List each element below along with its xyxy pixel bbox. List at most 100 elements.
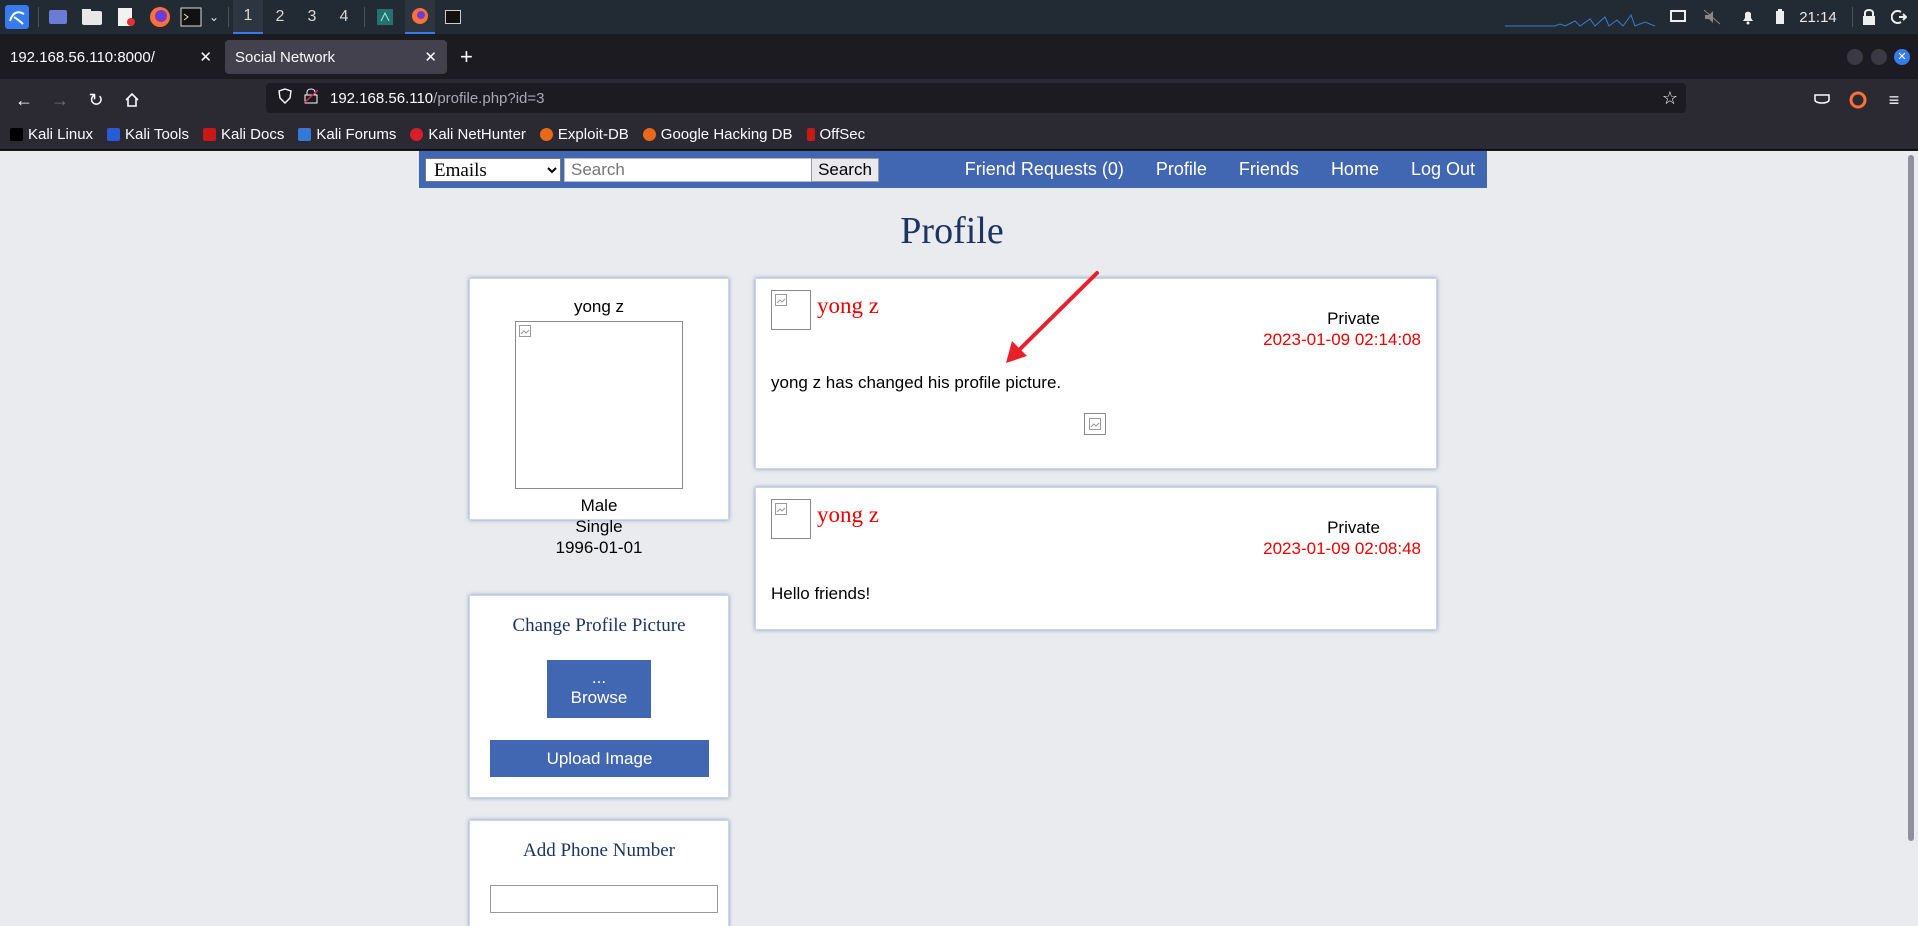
profile-gender: Male [580, 496, 618, 515]
browser-navbar: ← → ↻ 192.168.56.110/profile.php?id=3 ☆ … [0, 79, 1918, 119]
text-editor-icon[interactable] [112, 0, 140, 34]
url-bar[interactable]: 192.168.56.110/profile.php?id=3 ☆ [266, 83, 1686, 113]
battery-icon[interactable] [1770, 0, 1790, 34]
hamburger-menu-icon[interactable]: ≡ [1882, 88, 1906, 112]
shield-icon[interactable] [278, 88, 296, 108]
post-author[interactable]: yong z [817, 293, 879, 319]
search-type-select[interactable]: Emails [425, 158, 561, 182]
page-scrollbar[interactable] [1904, 151, 1918, 926]
browse-label: Browse [570, 688, 628, 707]
bookmark-kali-docs[interactable]: Kali Docs [202, 126, 284, 143]
search-button[interactable]: Search [811, 158, 879, 182]
page-title: Profile [900, 210, 1004, 252]
post-privacy: Private [1327, 518, 1380, 537]
tab-first[interactable]: 192.168.56.110:8000/ ✕ [0, 40, 222, 74]
window-minimize-button[interactable] [1847, 49, 1863, 65]
volume-muted-icon[interactable] [1700, 0, 1724, 34]
post-image [1084, 413, 1106, 435]
bookmark-google-hacking-db[interactable]: Google Hacking DB [642, 126, 793, 143]
desktop-icon[interactable] [44, 0, 72, 34]
kali-tools-icon [107, 127, 121, 141]
profile-name: yong z [573, 297, 625, 316]
kali-dragon-icon [10, 127, 23, 141]
plus-icon: + [460, 44, 473, 69]
nethunter-icon [410, 127, 424, 141]
notification-bell-icon[interactable] [1736, 0, 1760, 34]
bookmark-kali-forums[interactable]: Kali Forums [298, 126, 396, 143]
post: yong z Private 2023-01-09 02:14:08 yong … [755, 278, 1437, 469]
post-privacy: Private [1327, 309, 1380, 328]
url-host: 192.168.56.110 [330, 89, 434, 107]
terminal-icon[interactable] [178, 0, 204, 34]
workspace-4[interactable]: 4 [329, 0, 359, 34]
post-text: Hello friends! [771, 584, 871, 603]
bookmark-star-icon[interactable]: ☆ [1662, 88, 1678, 109]
broken-image-icon [775, 503, 787, 515]
logout-icon[interactable] [1887, 0, 1911, 34]
firefox-icon[interactable] [146, 0, 174, 34]
nav-log-out[interactable]: Log Out [1411, 159, 1475, 180]
task-terminal-icon[interactable] [440, 0, 466, 34]
browse-button[interactable]: ... Browse [547, 660, 651, 718]
kali-menu-icon[interactable] [2, 0, 32, 34]
clock[interactable]: 21:14 [1796, 0, 1840, 34]
window-maximize-button[interactable] [1871, 49, 1887, 65]
tab-social-network[interactable]: Social Network ✕ [225, 40, 447, 74]
bookmark-kali-nethunter[interactable]: Kali NetHunter [410, 126, 526, 143]
profile-picture [515, 321, 683, 489]
extension-icon[interactable] [1846, 88, 1870, 112]
add-phone-heading: Add Phone Number [523, 840, 675, 861]
site-navbar: Emails Search Friend Requests (0) Profil… [419, 151, 1487, 188]
nav-home[interactable]: Home [1331, 159, 1379, 180]
browser-tab-strip: 192.168.56.110:8000/ ✕ Social Network ✕ … [0, 34, 1918, 79]
pocket-icon[interactable] [1810, 88, 1834, 112]
lock-icon[interactable] [1857, 0, 1881, 34]
page-content: Emails Search Friend Requests (0) Profil… [0, 151, 1918, 926]
post-date: 2023-01-09 02:08:48 [1263, 539, 1421, 558]
lock-icon[interactable] [303, 88, 324, 108]
bookmark-kali-linux[interactable]: Kali Linux [10, 126, 93, 143]
post-author[interactable]: yong z [817, 502, 879, 528]
home-icon[interactable] [120, 88, 144, 112]
profile-card: yong z Male Single 1996-01-01 [469, 278, 729, 557]
post-text: yong z has changed his profile picture. [771, 373, 1062, 392]
close-icon[interactable]: ✕ [199, 48, 212, 66]
post-date: 2023-01-09 02:14:08 [1263, 330, 1421, 349]
bookmark-exploit-db[interactable]: Exploit-DB [539, 126, 629, 143]
task-firefox-icon[interactable] [405, 0, 435, 34]
nav-friends[interactable]: Friends [1239, 159, 1299, 180]
upload-image-button[interactable]: Upload Image [490, 740, 709, 777]
task-app-icon[interactable] [372, 0, 398, 34]
workspace-1[interactable]: 1 [233, 0, 263, 34]
avatar[interactable] [771, 499, 811, 539]
chevron-down-icon[interactable]: ⌄ [206, 0, 222, 34]
forward-icon[interactable]: → [48, 88, 72, 112]
bookmark-kali-tools[interactable]: Kali Tools [107, 126, 189, 143]
bookmark-offsec[interactable]: OffSec [806, 126, 865, 143]
back-icon[interactable]: ← [12, 88, 36, 112]
url-path: /profile.php?id=3 [433, 89, 545, 107]
nav-profile[interactable]: Profile [1156, 159, 1207, 180]
kali-docs-icon [202, 127, 216, 141]
exploit-db-icon [539, 127, 553, 141]
workspace-2[interactable]: 2 [265, 0, 295, 34]
workspace-3[interactable]: 3 [297, 0, 327, 34]
file-manager-icon[interactable] [78, 0, 106, 34]
avatar[interactable] [771, 290, 811, 330]
search-input[interactable] [564, 158, 812, 182]
new-tab-button[interactable]: + [456, 40, 486, 74]
system-taskbar: ⌄ 1 2 3 4 21:14 [0, 0, 1918, 34]
window-close-button[interactable]: ✕ [1894, 49, 1910, 65]
broken-image-icon [1089, 418, 1101, 430]
display-icon[interactable] [1666, 0, 1690, 34]
nav-friend-requests[interactable]: Friend Requests (0) [965, 159, 1124, 180]
phone-number-input[interactable] [490, 885, 718, 913]
broken-image-icon [519, 325, 531, 337]
ghdb-icon [642, 127, 656, 141]
close-icon[interactable]: ✕ [424, 48, 437, 66]
reload-icon[interactable]: ↻ [84, 88, 108, 112]
cpu-graph-icon [1505, 0, 1655, 34]
scrollbar-thumb[interactable] [1908, 155, 1914, 841]
bookmarks-bar: Kali Linux Kali Tools Kali Docs Kali For… [0, 119, 1918, 150]
change-picture-card: Change Profile Picture ... Browse Upload… [469, 595, 729, 798]
